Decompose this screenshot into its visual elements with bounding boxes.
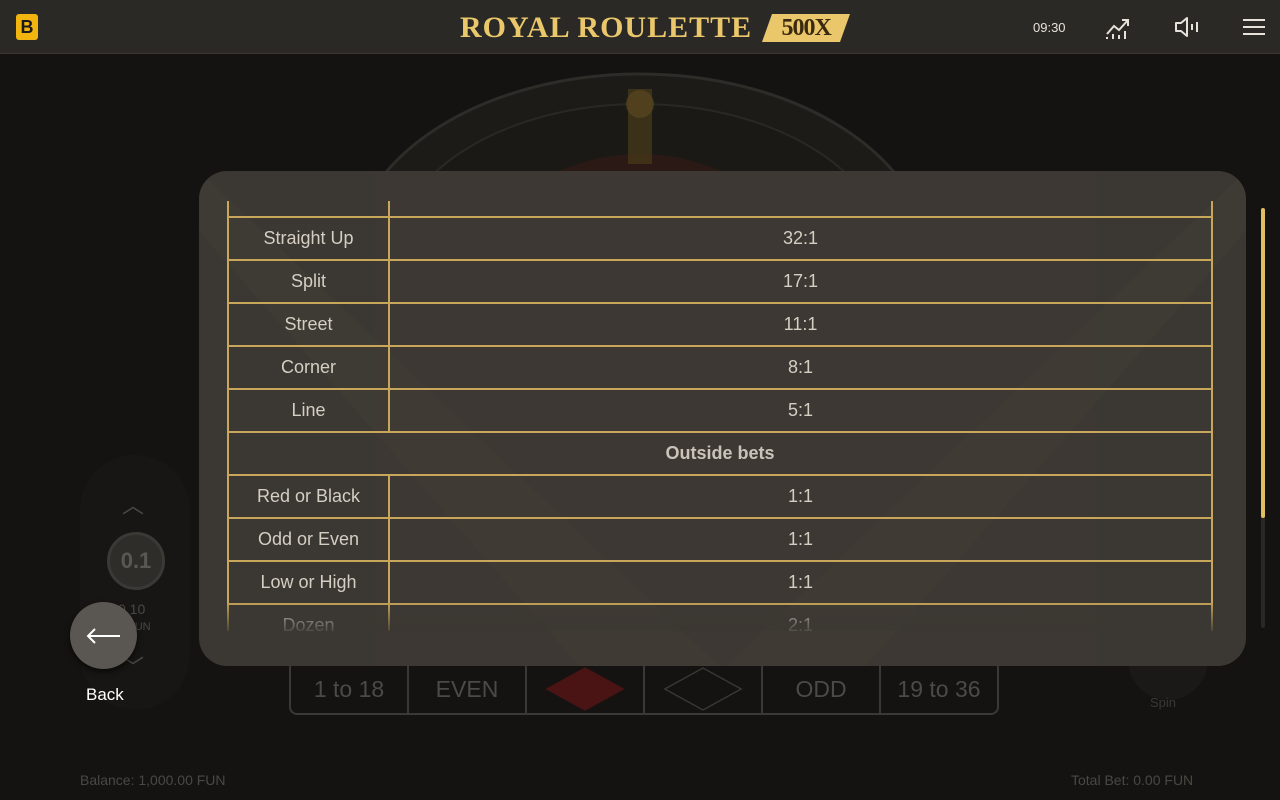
bet-payout: 1:1 [388, 474, 1213, 519]
table-row: Split 17:1 [227, 259, 1213, 304]
bet-even[interactable]: EVEN [409, 664, 527, 713]
bet-name: Split [227, 259, 390, 304]
bet-name: Dozen [227, 603, 390, 631]
table-row: Straight Up 32:1 [227, 216, 1213, 261]
arrow-left-icon [86, 627, 120, 644]
bet-black[interactable] [645, 664, 763, 713]
back-button[interactable] [70, 602, 137, 669]
brand-logo[interactable]: B [16, 14, 38, 40]
bet-red[interactable] [527, 664, 645, 713]
game-screen: B ROYAL ROULETTE 500X 09:30 ︿ 0.1 0.10 F… [0, 0, 1280, 800]
table-row: Odd or Even 1:1 [227, 517, 1213, 562]
paytable: Straight Up 32:1 Split 17:1 Street 11:1 … [227, 201, 1213, 631]
table-row: Red or Black 1:1 [227, 474, 1213, 519]
bet-name: Corner [227, 345, 390, 390]
paytable-scroll-area[interactable]: Straight Up 32:1 Split 17:1 Street 11:1 … [227, 201, 1213, 631]
sound-icon[interactable] [1174, 14, 1200, 40]
bet-name: Red or Black [227, 474, 390, 519]
bet-payout: 17:1 [388, 259, 1213, 304]
bet-payout: 5:1 [388, 388, 1213, 433]
table-row: Low or High 1:1 [227, 560, 1213, 605]
bet-payout: 2:1 [388, 603, 1213, 631]
bet-payout: 8:1 [388, 345, 1213, 390]
top-bar: B ROYAL ROULETTE 500X 09:30 [0, 0, 1280, 54]
table-row: Street 11:1 [227, 302, 1213, 347]
total-bet: Total Bet: 0.00 FUN [1071, 772, 1194, 788]
table-row: Corner 8:1 [227, 345, 1213, 390]
chevron-up-icon[interactable]: ︿ [122, 488, 144, 520]
bet-payout: 1:1 [388, 560, 1213, 605]
section-header-row: Outside bets [227, 431, 1213, 476]
bet-name: Odd or Even [227, 517, 390, 562]
outside-bets-header: Outside bets [227, 431, 1213, 476]
paytable-modal: Straight Up 32:1 Split 17:1 Street 11:1 … [199, 171, 1246, 666]
title-badge: 500X [762, 14, 851, 42]
bet-payout: 11:1 [388, 302, 1213, 347]
stats-icon[interactable] [1105, 14, 1131, 40]
title-badge-text: 500X [781, 15, 831, 41]
bet-name: Street [227, 302, 390, 347]
table-row [227, 201, 1213, 218]
menu-icon[interactable] [1241, 14, 1267, 40]
bet-odd[interactable]: ODD [763, 664, 881, 713]
bet-19-to-36[interactable]: 19 to 36 [881, 664, 997, 713]
bet-name: Low or High [227, 560, 390, 605]
bet-name: Line [227, 388, 390, 433]
bet-payout: 1:1 [388, 517, 1213, 562]
black-diamond-icon [663, 666, 743, 711]
outside-bets-row: 1 to 18 EVEN ODD 19 to 36 [289, 662, 999, 715]
spin-label: Spin [1150, 695, 1177, 710]
bet-name: Straight Up [227, 216, 390, 261]
red-diamond-icon [545, 666, 625, 711]
scrollbar-thumb[interactable] [1261, 208, 1265, 518]
back-label[interactable]: Back [86, 685, 124, 705]
table-row: Dozen 2:1 [227, 603, 1213, 631]
balance: Balance: 1,000.00 FUN [80, 772, 226, 788]
chip[interactable]: 0.1 [107, 532, 165, 590]
game-title: ROYAL ROULETTE 500X [460, 8, 851, 48]
game-title-text: ROYAL ROULETTE [460, 11, 753, 44]
table-row: Line 5:1 [227, 388, 1213, 433]
bet-payout: 32:1 [388, 216, 1213, 261]
clock: 09:30 [1033, 20, 1066, 35]
bet-1-to-18[interactable]: 1 to 18 [291, 664, 409, 713]
